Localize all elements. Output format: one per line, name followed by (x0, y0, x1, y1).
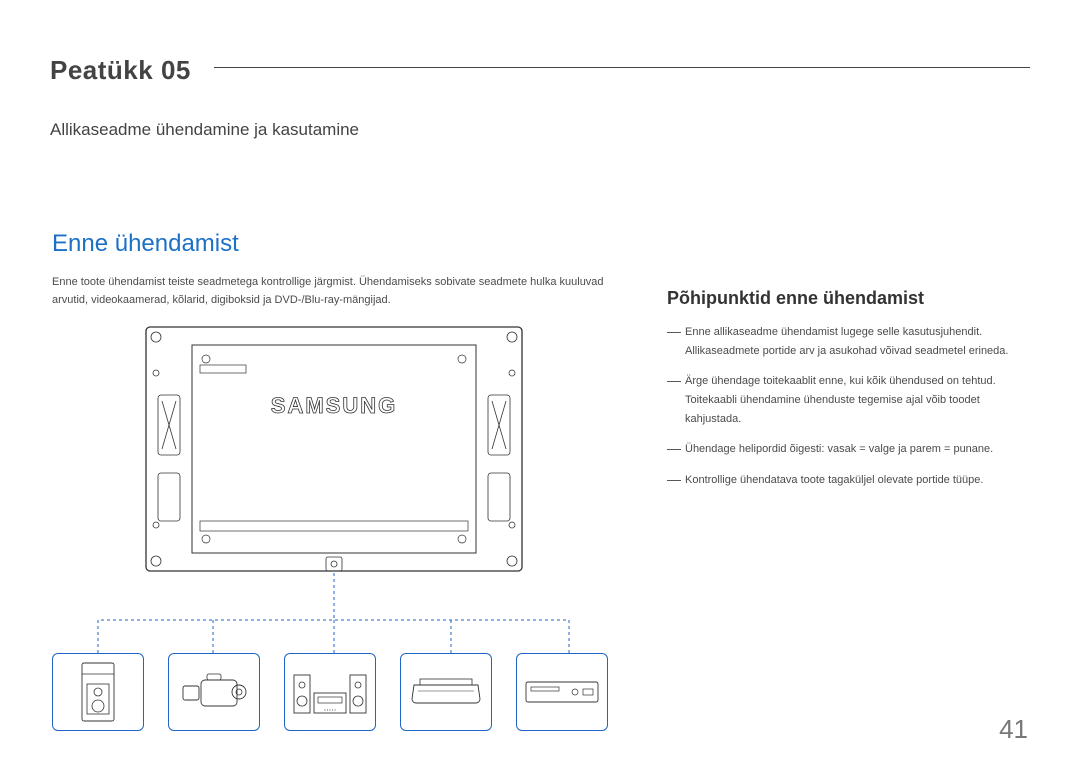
dash-icon: ― (667, 440, 685, 459)
chapter-label: Peatükk 05 (50, 55, 1030, 86)
hifi-icon: • • • • • (292, 667, 368, 717)
settop-icon (410, 677, 482, 707)
dash-icon: ― (667, 471, 685, 490)
device-speaker (52, 653, 144, 731)
device-settop (400, 653, 492, 731)
camcorder-icon (181, 670, 247, 714)
device-row: • • • • • (52, 653, 608, 731)
list-item: ― Ärge ühendage toitekaablit enne, kui k… (667, 372, 1028, 428)
checkpoint-list: ― Enne allikaseadme ühendamist lugege se… (667, 323, 1028, 490)
page-number: 41 (999, 714, 1028, 745)
section-title: Enne ühendamist (52, 230, 627, 258)
speaker-icon (81, 662, 115, 722)
list-item-text: Enne allikaseadme ühendamist lugege sell… (685, 323, 1028, 360)
list-item-text: Ühendage helipordid õigesti: vasak = val… (685, 440, 1028, 459)
list-item: ― Kontrollige ühendatava toote tagakülje… (667, 471, 1028, 490)
chapter-subtitle: Allikaseadme ühendamine ja kasutamine (50, 120, 359, 140)
device-camcorder (168, 653, 260, 731)
device-hifi: • • • • • (284, 653, 376, 731)
list-item: ― Enne allikaseadme ühendamist lugege se… (667, 323, 1028, 360)
connection-lines (52, 325, 627, 665)
checkpoints-title: Põhipunktid enne ühendamist (667, 288, 1028, 309)
chapter-header: Peatükk 05 (50, 55, 1030, 86)
list-item-text: Ärge ühendage toitekaablit enne, kui kõi… (685, 372, 1028, 428)
dash-icon: ― (667, 372, 685, 428)
list-item-text: Kontrollige ühendatava toote tagaküljel … (685, 471, 1028, 490)
chapter-divider (214, 67, 1030, 68)
device-dvd (516, 653, 608, 731)
dvd-icon (525, 681, 599, 703)
svg-text:• • • • •: • • • • • (324, 707, 336, 712)
intro-paragraph: Enne toote ühendamist teiste seadmetega … (52, 274, 627, 309)
connection-diagram: SAMSUNG (52, 325, 627, 745)
list-item: ― Ühendage helipordid õigesti: vasak = v… (667, 440, 1028, 459)
dash-icon: ― (667, 323, 685, 360)
